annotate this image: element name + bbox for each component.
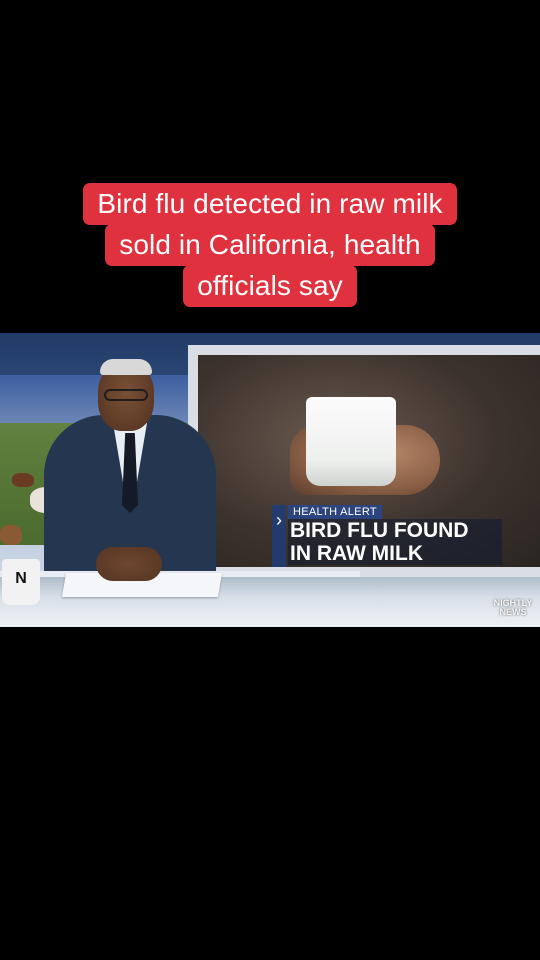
cow-image bbox=[0, 525, 22, 545]
headline-banner: BIRD FLU FOUND IN RAW MILK bbox=[288, 519, 502, 565]
studio-monitor: › HEALTH ALERT BIRD FLU FOUND IN RAW MIL… bbox=[188, 345, 540, 577]
lower-third-graphic: › HEALTH ALERT BIRD FLU FOUND IN RAW MIL… bbox=[272, 505, 502, 567]
video-frame[interactable]: › HEALTH ALERT BIRD FLU FOUND IN RAW MIL… bbox=[0, 333, 540, 627]
chevron-right-icon: › bbox=[272, 505, 286, 567]
milk-glass-icon bbox=[306, 397, 396, 486]
network-logo-icon: N bbox=[15, 570, 27, 587]
mug: N bbox=[2, 559, 40, 605]
anchor-hands bbox=[96, 547, 162, 581]
milk-glass-image: › HEALTH ALERT BIRD FLU FOUND IN RAW MIL… bbox=[198, 355, 540, 567]
health-alert-label: HEALTH ALERT bbox=[288, 505, 382, 519]
caption-overlay: Bird flu detected in raw milk sold in Ca… bbox=[0, 183, 540, 307]
caption-line-3: officials say bbox=[183, 265, 357, 307]
nightly-news-logo: NIGHTLY NEWS bbox=[488, 599, 538, 621]
caption-line-2: sold in California, health bbox=[105, 224, 435, 266]
app-root: Bird flu detected in raw milk sold in Ca… bbox=[0, 0, 540, 960]
headline-line-2: IN RAW MILK bbox=[290, 542, 423, 565]
headline-line-1: BIRD FLU FOUND bbox=[290, 519, 469, 542]
watermark-line-2: NEWS bbox=[499, 607, 527, 617]
caption-line-1: Bird flu detected in raw milk bbox=[83, 183, 457, 225]
cow-image bbox=[12, 473, 34, 487]
glasses-icon bbox=[104, 389, 148, 401]
